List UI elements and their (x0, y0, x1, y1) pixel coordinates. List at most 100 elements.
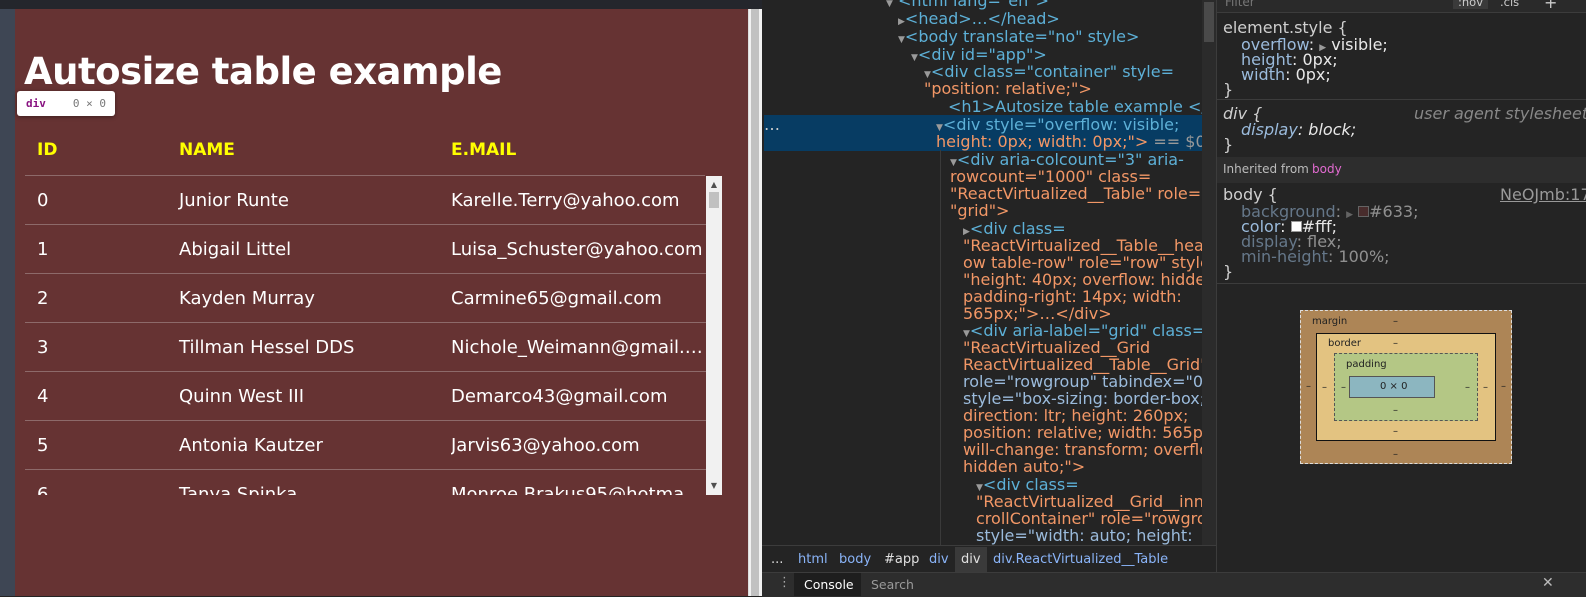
breadcrumb-app[interactable]: #app (884, 552, 919, 567)
expand-triangle-icon[interactable]: ▶ (1346, 210, 1353, 220)
cell-email: Demarco43@gmail.com (451, 386, 668, 407)
dom-node-inner-scroll-l2: "ReactVirtualized__Grid__innerS (976, 492, 1231, 511)
tab-console[interactable]: Console (794, 573, 861, 596)
padding-bottom-value[interactable]: – (1393, 405, 1398, 416)
table-row[interactable]: 1 Abigail Littel Luisa_Schuster@yahoo.co… (25, 225, 706, 274)
dom-node-table-l3: "ReactVirtualized__Table" role= (950, 184, 1202, 203)
cell-email: Jarvis63@yahoo.com (451, 435, 640, 456)
inspect-tooltip: div 0 × 0 (17, 91, 115, 116)
dom-node-grid-l8: will-change: transform; overflow: (963, 440, 1227, 459)
breadcrumb-div-current[interactable]: div (955, 547, 987, 572)
column-header-id[interactable]: ID (37, 140, 57, 160)
collapse-triangle-icon[interactable]: ▼ (911, 53, 918, 63)
scroll-down-arrow-icon[interactable]: ▼ (706, 479, 722, 493)
close-icon[interactable]: ✕ (1542, 575, 1554, 591)
styles-filter-bar: Filter :hov .cls + (1217, 0, 1586, 13)
breadcrumb-table[interactable]: div.ReactVirtualized__Table (993, 552, 1168, 567)
dom-node-h1[interactable]: <h1>Autosize table example </h1> (948, 98, 1240, 116)
margin-left-value[interactable]: – (1306, 381, 1311, 392)
breadcrumb-body[interactable]: body (839, 552, 871, 567)
rule-close: } (1223, 80, 1234, 99)
hov-toggle[interactable]: :hov (1453, 0, 1489, 9)
rule-divider (1217, 283, 1586, 284)
dom-node-grid-l4: role="rowgroup" tabindex="0" (963, 372, 1211, 391)
breadcrumb-div[interactable]: div (929, 552, 949, 567)
expand-triangle-icon[interactable]: ▶ (898, 17, 905, 27)
tooltip-size: 0 × 0 (72, 97, 106, 110)
table-row[interactable]: 2 Kayden Murray Carmine65@gmail.com (25, 274, 706, 323)
dom-node-table-l4: "grid"> (950, 201, 1010, 220)
color-swatch-icon[interactable] (1358, 206, 1370, 217)
border-top-value[interactable]: – (1393, 338, 1398, 349)
cell-name: Quinn West III (179, 386, 305, 407)
dom-node-grid-l6: direction: ltr; height: 260px; (963, 406, 1189, 425)
elements-scrollbar[interactable] (1202, 0, 1216, 545)
dom-node-header-row-l4: "height: 40px; overflow: hidden; (963, 270, 1221, 289)
scroll-up-arrow-icon[interactable]: ▲ (706, 178, 722, 192)
cell-name: Abigail Littel (179, 239, 292, 260)
tab-console-label: Console (804, 577, 854, 592)
margin-bottom-value[interactable]: – (1393, 449, 1398, 460)
dom-node-header-row-l5: padding-right: 14px; width: (963, 287, 1182, 306)
drawer-menu-icon[interactable]: ⋮ (778, 575, 791, 590)
table-scrollbar-thumb[interactable] (709, 192, 719, 208)
body-rule-source[interactable]: NeOJmb:17 (1500, 186, 1586, 202)
breadcrumb-more[interactable]: ... (771, 552, 783, 567)
node-actions-ellipsis[interactable]: … (764, 116, 780, 134)
border-left-value[interactable]: – (1322, 382, 1327, 393)
dom-node-grid-l9: hidden auto;"> (963, 457, 1086, 476)
color-swatch-icon[interactable] (1290, 221, 1302, 232)
table-row[interactable]: 5 Antonia Kautzer Jarvis63@yahoo.com (25, 421, 706, 470)
tooltip-tag: div (26, 97, 46, 110)
styles-filter-input[interactable]: Filter (1225, 0, 1255, 9)
dom-node-grid-l2: "ReactVirtualized__Grid (963, 338, 1151, 357)
ua-rule-selector[interactable]: div { (1223, 105, 1262, 121)
new-rule-button[interactable]: + (1544, 0, 1557, 12)
inherited-from-link[interactable]: body (1312, 162, 1342, 176)
dom-node-grid-l3: ReactVirtualized__Table__Grid" (963, 355, 1208, 374)
border-right-value[interactable]: – (1483, 382, 1488, 393)
border-bottom-value[interactable]: – (1393, 426, 1398, 437)
cell-id: 3 (37, 337, 49, 358)
element-style-selector[interactable]: element.style { (1223, 19, 1348, 35)
table-body[interactable]: 0 Junior Runte Karelle.Terry@yahoo.com 1… (25, 176, 706, 495)
cell-email: Nichole_Weimann@gmail.c... (451, 337, 706, 358)
margin-right-value[interactable]: – (1501, 381, 1506, 392)
dom-node-selected-cont: height: 0px; width: 0px;"> == $0 (936, 132, 1206, 151)
cell-email: Carmine65@gmail.com (451, 288, 662, 309)
cell-id: 5 (37, 435, 49, 456)
cell-name: Kayden Murray (179, 288, 315, 309)
breadcrumb-html[interactable]: html (798, 552, 828, 567)
column-header-name[interactable]: NAME (179, 140, 235, 160)
style-prop-width[interactable]: width: 0px; (1241, 67, 1331, 83)
collapse-triangle-icon[interactable]: ▼ (886, 0, 893, 9)
ua-prop-display: display: block; (1241, 120, 1357, 139)
dom-node-header-row-l2: "ReactVirtualized__Table__headerR (963, 236, 1242, 255)
elements-scrollbar-thumb[interactable] (1204, 2, 1214, 42)
padding-right-value[interactable]: – (1465, 382, 1470, 393)
cell-id: 2 (37, 288, 49, 309)
page-scrollbar-thumb[interactable] (751, 9, 759, 596)
body-rule-selector[interactable]: body { (1223, 186, 1278, 202)
body-prop-min-height[interactable]: min-height: 100%; (1241, 249, 1390, 265)
cell-id: 1 (37, 239, 49, 260)
column-header-email[interactable]: E.MAIL (451, 140, 516, 160)
dom-node-inner-scroll-l3: crollContainer" role="rowgroup" (976, 509, 1235, 528)
content-size[interactable]: 0 × 0 (1380, 381, 1407, 392)
cls-toggle[interactable]: .cls (1500, 0, 1519, 9)
padding-left-value[interactable]: – (1341, 382, 1346, 393)
table-row[interactable]: 6 Tanya Spinka Monroe.Brakus95@hotmail..… (25, 470, 706, 495)
margin-top-value[interactable]: – (1393, 316, 1398, 327)
box-model-margin-label: margin (1312, 316, 1348, 327)
table-scrollbar[interactable]: ▲ ▼ (706, 176, 722, 495)
viewport-left-strip (0, 9, 15, 596)
box-model-content[interactable]: 0 × 0 (1349, 376, 1435, 398)
tab-search[interactable]: Search (871, 577, 914, 592)
cell-id: 0 (37, 190, 49, 211)
table-row[interactable]: 3 Tillman Hessel DDS Nichole_Weimann@gma… (25, 323, 706, 372)
cell-email: Monroe.Brakus95@hotmail... (451, 484, 706, 495)
collapse-triangle-icon[interactable]: ▼ (898, 35, 905, 45)
table-row[interactable]: 4 Quinn West III Demarco43@gmail.com (25, 372, 706, 421)
table-row[interactable]: 0 Junior Runte Karelle.Terry@yahoo.com (25, 176, 706, 225)
rule-close: } (1223, 262, 1234, 281)
